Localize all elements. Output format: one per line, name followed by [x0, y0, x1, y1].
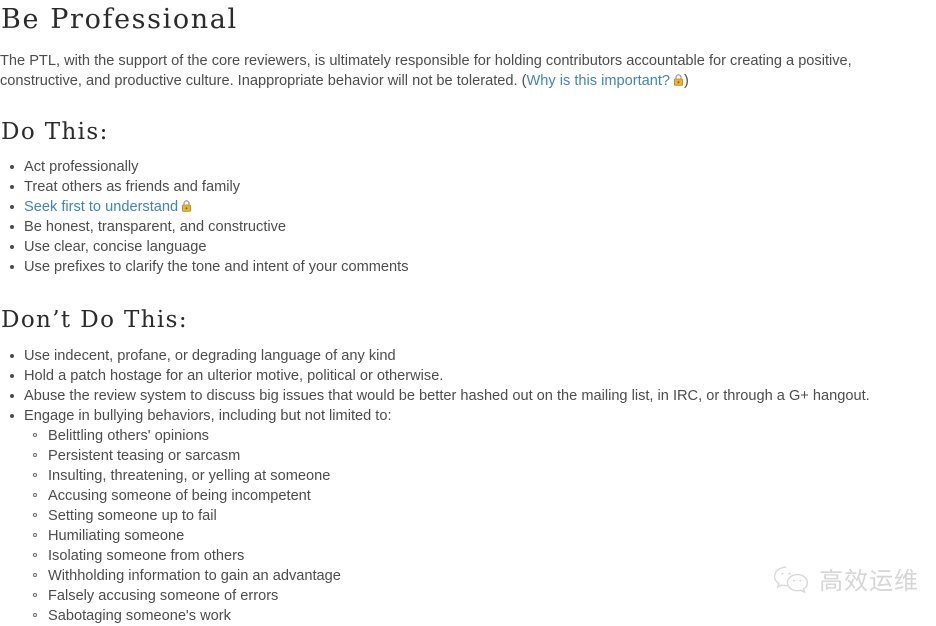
list-item-label: Use clear, concise language — [24, 239, 207, 255]
list-item: Setting someone up to fail — [24, 506, 936, 526]
bullet-circle-icon — [33, 593, 37, 597]
section-heading-do-this: Do This: — [1, 119, 109, 145]
list-item-label: Sabotaging someone's work — [48, 608, 231, 624]
list-item: Use prefixes to clarify the tone and int… — [0, 257, 936, 277]
list-item: Be honest, transparent, and constructive — [0, 217, 936, 237]
seek-first-to-understand-link[interactable]: Seek first to understand — [24, 199, 178, 215]
list-item-label: Treat others as friends and family — [24, 179, 241, 195]
list-item-label: Setting someone up to fail — [48, 508, 217, 524]
bullying-behaviors-sublist: Belittling others' opinions Persistent t… — [24, 426, 936, 626]
intro-paragraph: The PTL, with the support of the core re… — [0, 51, 934, 91]
intro-text-before-link: The PTL, with the support of the core re… — [0, 53, 852, 89]
list-item: Use clear, concise language — [0, 237, 936, 257]
why-is-this-important-link[interactable]: Why is this important? — [526, 73, 670, 89]
list-item-label: Belittling others' opinions — [48, 428, 209, 444]
bullet-circle-icon — [33, 473, 37, 477]
lock-icon — [673, 74, 684, 86]
bullet-circle-icon — [33, 553, 37, 557]
list-item-label: Engage in bullying behaviors, including … — [24, 408, 392, 424]
list-item: Treat others as friends and family — [0, 177, 936, 197]
list-item[interactable]: Seek first to understand — [0, 197, 936, 217]
bullet-disc-icon — [10, 245, 14, 249]
bullet-circle-icon — [33, 453, 37, 457]
list-item-label: Persistent teasing or sarcasm — [48, 448, 241, 464]
lock-icon — [181, 200, 192, 212]
dont-do-this-list: Use indecent, profane, or degrading lang… — [0, 346, 936, 626]
bullet-disc-icon — [10, 374, 14, 378]
list-item-label: Hold a patch hostage for an ulterior mot… — [24, 368, 444, 384]
bullet-circle-icon — [33, 573, 37, 577]
bullet-disc-icon — [10, 165, 14, 169]
bullet-circle-icon — [33, 493, 37, 497]
list-item: Persistent teasing or sarcasm — [24, 446, 936, 466]
list-item: Insulting, threatening, or yelling at so… — [24, 466, 936, 486]
list-item-label: Be honest, transparent, and constructive — [24, 219, 287, 235]
list-item: Hold a patch hostage for an ulterior mot… — [0, 366, 936, 386]
list-item-label: Isolating someone from others — [48, 548, 245, 564]
list-item: Use indecent, profane, or degrading lang… — [0, 346, 936, 366]
bullet-disc-icon — [10, 205, 14, 209]
list-item-label: Humiliating someone — [48, 528, 185, 544]
list-item: Withholding information to gain an advan… — [24, 566, 936, 586]
bullet-disc-icon — [10, 354, 14, 358]
list-item: Abuse the review system to discuss big i… — [0, 386, 936, 406]
page-title: Be Professional — [1, 4, 238, 35]
list-item-label: Accusing someone of being incompetent — [48, 488, 311, 504]
list-item-label: Abuse the review system to discuss big i… — [24, 388, 870, 404]
bullet-circle-icon — [33, 533, 37, 537]
section-heading-dont-do-this: Don’t Do This: — [1, 307, 188, 333]
list-item: Engage in bullying behaviors, including … — [0, 406, 936, 626]
bullet-disc-icon — [10, 394, 14, 398]
list-item: Accusing someone of being incompetent — [24, 486, 936, 506]
bullet-disc-icon — [10, 265, 14, 269]
do-this-list: Act professionally Treat others as frien… — [0, 157, 936, 277]
list-item: Humiliating someone — [24, 526, 936, 546]
list-item: Falsely accusing someone of errors — [24, 586, 936, 606]
list-item-label: Use prefixes to clarify the tone and int… — [24, 259, 409, 275]
list-item-label: Falsely accusing someone of errors — [48, 588, 279, 604]
list-item: Belittling others' opinions — [24, 426, 936, 446]
list-item: Act professionally — [0, 157, 936, 177]
bullet-circle-icon — [33, 513, 37, 517]
bullet-disc-icon — [10, 185, 14, 189]
list-item-label: Insulting, threatening, or yelling at so… — [48, 468, 331, 484]
list-item-label: Withholding information to gain an advan… — [48, 568, 341, 584]
list-item-label: Act professionally — [24, 159, 139, 175]
intro-text-after-link: ) — [684, 73, 689, 89]
list-item: Isolating someone from others — [24, 546, 936, 566]
bullet-circle-icon — [33, 433, 37, 437]
list-item: Sabotaging someone's work — [24, 606, 936, 626]
document-page: Be Professional The PTL, with the suppor… — [0, 0, 936, 624]
bullet-disc-icon — [10, 414, 14, 418]
bullet-disc-icon — [10, 225, 14, 229]
list-item-label: Use indecent, profane, or degrading lang… — [24, 348, 396, 364]
